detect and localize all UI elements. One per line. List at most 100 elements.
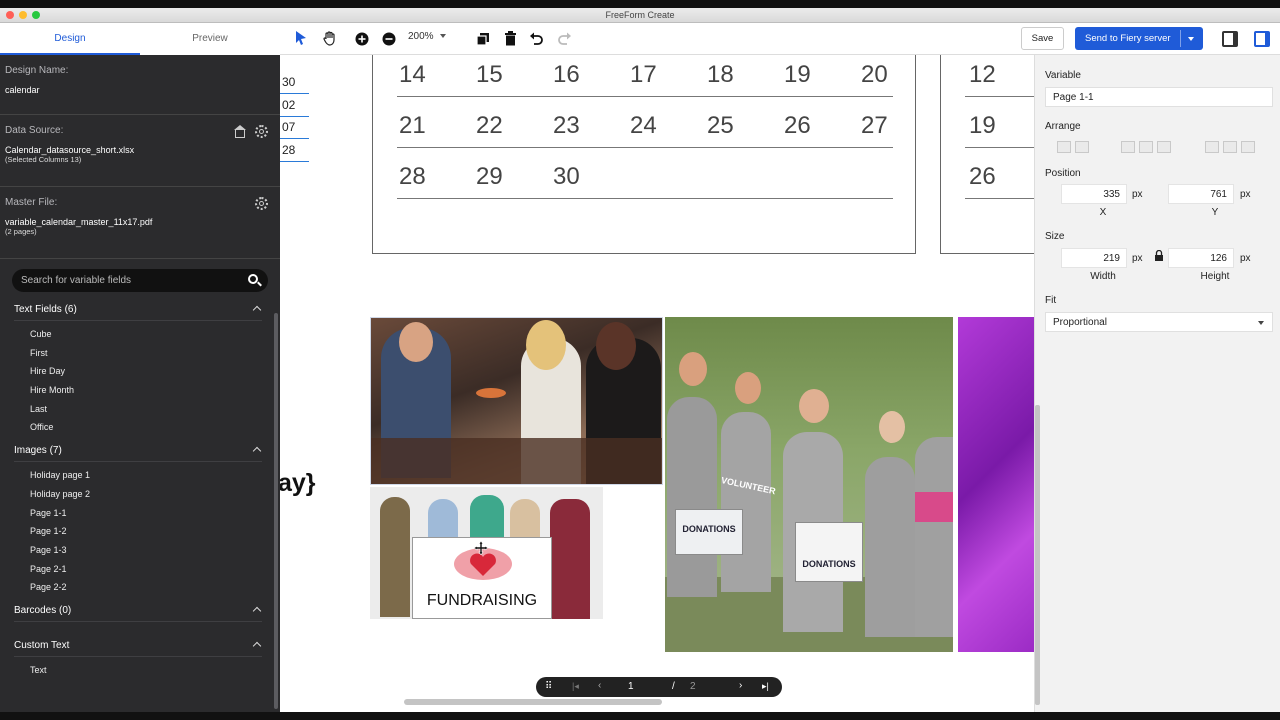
calendar-day: 19 bbox=[784, 61, 811, 88]
fundraising-sign-text: FUNDRAISING bbox=[426, 592, 538, 609]
canvas-vertical-scrollbar[interactable] bbox=[1035, 405, 1040, 705]
drag-handle-icon[interactable]: ⠿ bbox=[545, 681, 552, 692]
field-item[interactable]: Page 2-1 bbox=[0, 560, 280, 579]
save-button[interactable]: Save bbox=[1021, 27, 1064, 50]
page-navigator: ⠿ |◂ ‹ 1 / 2 › ▸| bbox=[536, 677, 782, 697]
zoom-in-icon[interactable] bbox=[355, 32, 369, 46]
field-item[interactable]: Hire Day bbox=[0, 362, 280, 381]
field-item[interactable]: Text bbox=[0, 661, 280, 680]
field-group-header[interactable]: Images (7) bbox=[0, 441, 280, 461]
align-rows-icon[interactable] bbox=[1075, 141, 1089, 153]
prev-page-icon[interactable]: ‹ bbox=[598, 680, 601, 691]
search-bar bbox=[12, 269, 268, 292]
field-group-header[interactable]: Custom Text bbox=[0, 636, 280, 656]
field-item[interactable]: Page 1-2 bbox=[0, 522, 280, 541]
lock-icon[interactable] bbox=[1154, 250, 1164, 262]
current-page-input[interactable]: 1 bbox=[628, 681, 634, 692]
height-input[interactable]: 126 bbox=[1168, 248, 1234, 268]
zoom-out-icon[interactable] bbox=[382, 32, 396, 46]
align-bottom-icon[interactable] bbox=[1241, 141, 1255, 153]
delete-icon[interactable] bbox=[504, 31, 517, 46]
position-x-input[interactable]: 335 bbox=[1061, 184, 1127, 204]
partial-variable-text: ay} bbox=[280, 469, 316, 497]
chevron-down-icon[interactable] bbox=[1188, 37, 1194, 41]
field-group-header[interactable]: Text Fields (6) bbox=[0, 300, 280, 320]
data-source-section: Data Source: Calendar_datasource_short.x… bbox=[0, 115, 280, 187]
calendar-day: 29 bbox=[476, 163, 503, 190]
image-dinner-party[interactable] bbox=[370, 317, 663, 485]
left-page-number: 30 bbox=[282, 75, 296, 89]
sidebar-scrollbar[interactable] bbox=[274, 313, 278, 709]
chevron-up-icon[interactable] bbox=[252, 305, 262, 315]
toolbar: 200% Save Send to Fiery server bbox=[280, 23, 1280, 55]
zoom-select[interactable]: 200% bbox=[408, 31, 446, 42]
duplicate-icon[interactable] bbox=[476, 32, 490, 46]
position-y-input[interactable]: 761 bbox=[1168, 184, 1234, 204]
height-caption: Height bbox=[1200, 271, 1230, 282]
field-item[interactable]: Holiday page 2 bbox=[0, 485, 280, 504]
design-canvas[interactable]: 30 02 07 28 14 15 16 17 18 19 20 21 22 23 24 25 26 27 28 2… bbox=[280, 55, 1034, 705]
calendar-row-divider bbox=[397, 96, 893, 97]
field-item[interactable]: Holiday page 1 bbox=[0, 466, 280, 485]
calendar-day: 28 bbox=[399, 163, 426, 190]
home-icon[interactable] bbox=[233, 125, 246, 138]
data-source-settings-icon[interactable] bbox=[255, 125, 268, 138]
fit-chevron-down-icon[interactable] bbox=[1258, 321, 1264, 325]
calendar-day: 24 bbox=[630, 112, 657, 139]
app-window: FreeForm Create Design Preview Design Na… bbox=[0, 8, 1280, 712]
field-item[interactable]: Cube bbox=[0, 325, 280, 344]
redo-icon[interactable] bbox=[557, 31, 572, 46]
align-right-icon[interactable] bbox=[1157, 141, 1171, 153]
align-columns-icon[interactable] bbox=[1057, 141, 1071, 153]
move-cursor-icon bbox=[474, 541, 488, 555]
y-caption: Y bbox=[1211, 207, 1219, 218]
field-item[interactable]: Last bbox=[0, 400, 280, 419]
search-icon[interactable] bbox=[248, 274, 258, 284]
position-label: Position bbox=[1045, 168, 1081, 179]
calendar-day: 14 bbox=[399, 61, 426, 88]
last-page-icon[interactable]: ▸| bbox=[762, 681, 769, 692]
field-item[interactable]: First bbox=[0, 344, 280, 363]
field-item[interactable]: Hire Month bbox=[0, 381, 280, 400]
field-item[interactable]: Page 1-3 bbox=[0, 541, 280, 560]
align-middle-icon[interactable] bbox=[1223, 141, 1237, 153]
horizontal-scrollbar[interactable] bbox=[404, 699, 662, 705]
field-groups: Text Fields (6) Cube First Hire Day Hire Mon… bbox=[0, 300, 280, 680]
sidebar: Design Preview Design Name: calendar Dat… bbox=[0, 23, 280, 712]
image-purple-pattern[interactable] bbox=[958, 317, 1034, 652]
chevron-up-icon[interactable] bbox=[252, 606, 262, 616]
select-arrow-icon[interactable] bbox=[294, 30, 308, 46]
send-to-fiery-button[interactable]: Send to Fiery server bbox=[1075, 27, 1203, 50]
fit-select[interactable]: Proportional bbox=[1045, 312, 1273, 332]
calendar-month-box-right: 12 19 26 bbox=[940, 55, 1034, 254]
right-panel-toggle-icon[interactable] bbox=[1254, 31, 1270, 47]
left-page-number: 07 bbox=[282, 120, 296, 134]
field-item[interactable]: Office bbox=[0, 418, 280, 437]
chevron-up-icon[interactable] bbox=[252, 641, 262, 651]
field-group-title: Images (7) bbox=[14, 445, 62, 457]
chevron-up-icon[interactable] bbox=[252, 446, 262, 456]
search-input[interactable] bbox=[12, 269, 268, 292]
width-unit: px bbox=[1132, 253, 1143, 264]
calendar-day: 20 bbox=[861, 61, 888, 88]
undo-icon[interactable] bbox=[529, 31, 544, 46]
first-page-icon[interactable]: |◂ bbox=[572, 681, 579, 692]
master-file-settings-icon[interactable] bbox=[255, 197, 268, 210]
next-page-icon[interactable]: › bbox=[739, 680, 742, 691]
align-center-icon[interactable] bbox=[1139, 141, 1153, 153]
field-item[interactable]: Page 2-2 bbox=[0, 578, 280, 597]
calendar-day: 27 bbox=[861, 112, 888, 139]
left-panel-toggle-icon[interactable] bbox=[1222, 31, 1238, 47]
align-left-icon[interactable] bbox=[1121, 141, 1135, 153]
image-volunteers[interactable]: VOLUNTEER DONATIONS DONATIONS bbox=[665, 317, 953, 652]
tab-design[interactable]: Design bbox=[0, 23, 140, 55]
window-title: FreeForm Create bbox=[605, 10, 675, 20]
variable-field[interactable]: Page 1-1 bbox=[1045, 87, 1273, 107]
hand-icon[interactable] bbox=[322, 30, 338, 46]
width-input[interactable]: 219 bbox=[1061, 248, 1127, 268]
field-group-header[interactable]: Barcodes (0) bbox=[0, 601, 280, 621]
left-page-rule bbox=[280, 160, 309, 162]
field-item[interactable]: Page 1-1 bbox=[0, 504, 280, 523]
align-top-icon[interactable] bbox=[1205, 141, 1219, 153]
tab-preview[interactable]: Preview bbox=[140, 23, 280, 55]
